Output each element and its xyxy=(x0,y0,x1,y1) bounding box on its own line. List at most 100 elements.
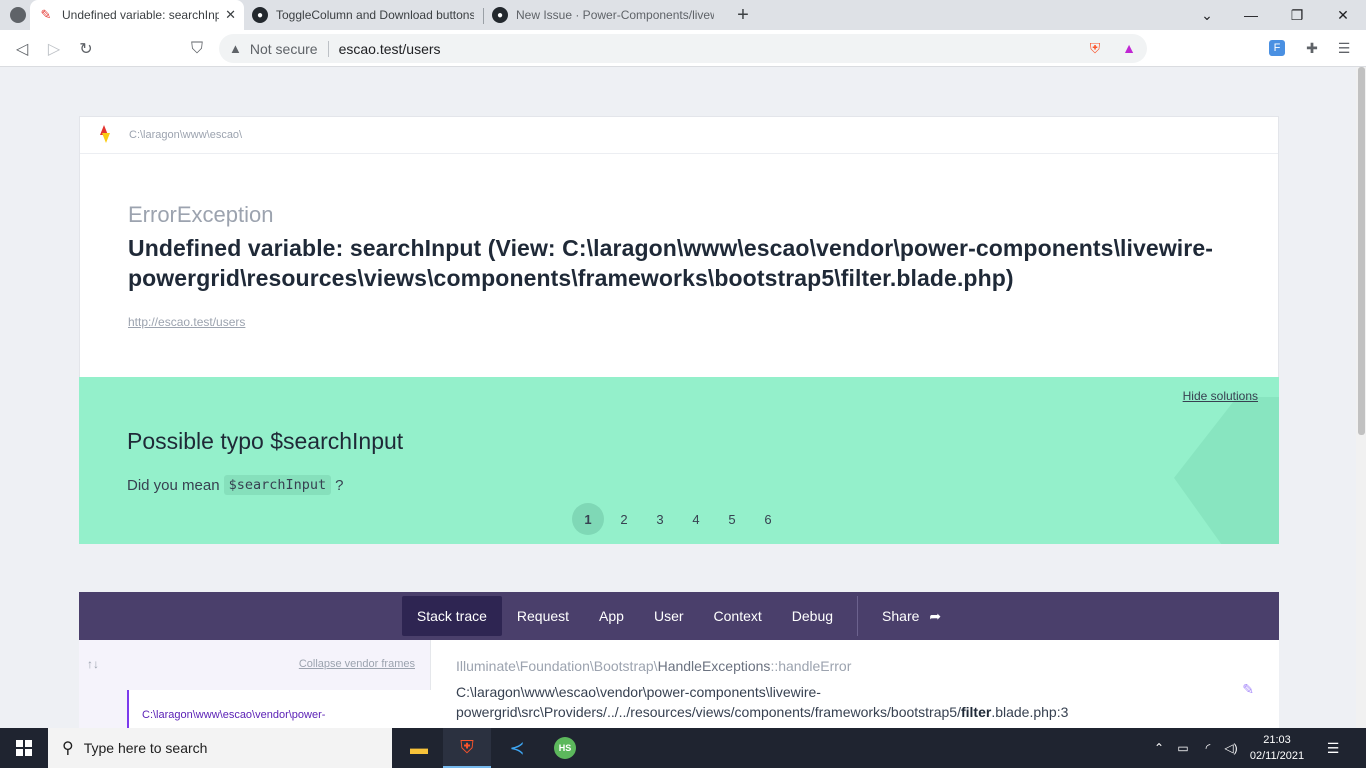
tab-title: ToggleColumn and Download buttons xyxy=(276,8,474,22)
vscode-icon[interactable]: ≺ xyxy=(493,728,541,768)
tab-search-icon[interactable]: ⌄ xyxy=(1184,0,1230,30)
clock-time: 21:03 xyxy=(1263,734,1291,746)
extensions-puzzle-icon[interactable]: ✚ xyxy=(1302,38,1322,58)
frame-class-name: HandleExceptions xyxy=(657,658,771,674)
request-url-link[interactable]: http://escao.test/users xyxy=(128,315,1230,329)
stack-frame-item[interactable]: C:\laragon\www\escao\vendor\power- xyxy=(127,690,431,728)
solution-decoration xyxy=(1174,397,1279,544)
pager-page-2[interactable]: 2 xyxy=(608,503,640,535)
github-icon: ● xyxy=(492,7,508,23)
browser-menu-icon[interactable] xyxy=(10,7,26,23)
battery-icon[interactable]: ▭ xyxy=(1172,728,1194,768)
frame-class-path: Illuminate\Foundation\Bootstrap\ xyxy=(456,658,658,674)
extension-fi-icon[interactable]: F xyxy=(1269,40,1285,56)
forward-icon[interactable]: ▷ xyxy=(42,37,66,61)
browser-toolbar: ◁ ▷ ↻ ⛉ ▲ Not secure escao.test/users xyxy=(0,30,1366,67)
frame-file-path: C:\laragon\www\escao\vendor\power-compon… xyxy=(456,682,1236,722)
error-card: C:\laragon\www\escao\ ErrorException Und… xyxy=(79,116,1279,380)
ignition-logo-icon xyxy=(96,125,112,145)
notifications-icon[interactable]: ☰ xyxy=(1320,728,1346,768)
tab-title: New Issue · Power-Components/livewire xyxy=(516,8,714,22)
pager-page-4[interactable]: 4 xyxy=(680,503,712,535)
heidisql-icon[interactable]: HS xyxy=(541,728,589,768)
clock-date: 02/11/2021 xyxy=(1249,750,1305,762)
brave-browser-icon[interactable]: ⛨ xyxy=(443,728,491,768)
frame-file-dir: components/frameworks/bootstrap5/ xyxy=(734,704,961,720)
close-icon[interactable]: ✕ xyxy=(225,7,236,23)
tab-app[interactable]: App xyxy=(584,596,639,636)
warning-icon: ▲ xyxy=(229,41,242,56)
tab-user[interactable]: User xyxy=(639,596,699,636)
file-explorer-icon[interactable]: ▬ xyxy=(395,728,443,768)
pager-page-5[interactable]: 5 xyxy=(716,503,748,535)
share-label: Share xyxy=(882,608,920,624)
reload-icon[interactable]: ↻ xyxy=(74,37,98,61)
frame-file-suffix: .blade.php:3 xyxy=(991,704,1069,720)
frame-class: Illuminate\Foundation\Bootstrap\HandleEx… xyxy=(456,658,851,674)
project-path-bar: C:\laragon\www\escao\ xyxy=(80,117,1278,154)
pager-page-3[interactable]: 3 xyxy=(644,503,676,535)
share-arrow-icon: ➦ xyxy=(929,607,942,624)
section-nav: Stack trace Request App User Context Deb… xyxy=(79,592,1279,640)
back-icon[interactable]: ◁ xyxy=(10,37,34,61)
solution-text-after: ? xyxy=(335,476,344,494)
solution-pager: 1 2 3 4 5 6 xyxy=(572,503,788,535)
security-label: Not secure xyxy=(249,40,318,57)
window-close-button[interactable]: ✕ xyxy=(1320,0,1366,30)
tab-title: Undefined variable: searchInput xyxy=(62,8,220,22)
solution-text-before: Did you mean xyxy=(127,476,220,494)
tab-stack-trace[interactable]: Stack trace xyxy=(401,596,502,636)
minimize-button[interactable]: — xyxy=(1228,0,1274,30)
tab-request[interactable]: Request xyxy=(502,596,584,636)
windows-logo-icon xyxy=(16,740,32,756)
brave-shield-icon[interactable]: ⛨ xyxy=(1085,38,1105,58)
page-content: C:\laragon\www\escao\ ErrorException Und… xyxy=(0,67,1356,728)
url-text[interactable]: escao.test/users xyxy=(339,41,441,57)
exception-class: ErrorException xyxy=(128,202,274,227)
browser-tab[interactable]: ● New Issue · Power-Components/livewire xyxy=(484,0,722,30)
frame-method: ::handleError xyxy=(770,658,852,674)
restore-button[interactable]: ❐ xyxy=(1274,0,1320,30)
volume-icon[interactable]: ◁) xyxy=(1220,728,1242,768)
browser-tab-strip: ✎ Undefined variable: searchInput ✕ ● To… xyxy=(0,0,1366,30)
pager-page-6[interactable]: 6 xyxy=(752,503,784,535)
solution-text: Did you mean $searchInput ? xyxy=(127,475,343,495)
error-body: ErrorException Undefined variable: searc… xyxy=(80,154,1278,379)
address-bar[interactable]: ▲ Not secure escao.test/users xyxy=(219,34,1147,63)
project-path: C:\laragon\www\escao\ xyxy=(129,129,243,141)
pager-page-1[interactable]: 1 xyxy=(572,503,604,535)
solution-panel: Hide solutions Possible typo $searchInpu… xyxy=(79,377,1279,544)
browser-tab[interactable]: ● ToggleColumn and Download buttons xyxy=(244,0,482,30)
taskbar-search-placeholder: Type here to search xyxy=(83,740,208,756)
browser-tab-active[interactable]: ✎ Undefined variable: searchInput ✕ xyxy=(30,0,244,30)
windows-start-button[interactable] xyxy=(0,728,48,768)
new-tab-button[interactable]: + xyxy=(733,4,753,26)
browser-menu-kebab-icon[interactable]: ☰ xyxy=(1334,38,1354,58)
frame-nav-arrows-icon[interactable]: ↑↓ xyxy=(87,657,99,671)
search-icon: ⚲ xyxy=(62,740,74,757)
tab-debug[interactable]: Debug xyxy=(777,596,848,636)
github-icon: ● xyxy=(252,7,268,23)
wifi-icon[interactable]: ◜ xyxy=(1197,728,1219,768)
page-scrollbar-thumb[interactable] xyxy=(1358,67,1365,435)
brave-rewards-icon[interactable]: ▲ xyxy=(1119,38,1139,58)
windows-taskbar: ⚲ Type here to search ▬ ⛨ ≺ HS ⌃ ▭ ◜ ◁) … xyxy=(0,728,1366,768)
exception-message: Undefined variable: searchInput (View: C… xyxy=(128,235,1213,291)
frames-list: ↑↓ Collapse vendor frames C:\laragon\www… xyxy=(79,640,431,728)
share-button[interactable]: Share ➦ xyxy=(867,596,956,636)
stack-trace-panel: ↑↓ Collapse vendor frames C:\laragon\www… xyxy=(79,640,1279,728)
broken-pencil-icon: ✎ xyxy=(40,7,52,22)
taskbar-clock[interactable]: 21:03 02/11/2021 xyxy=(1242,732,1312,764)
collapse-vendor-frames-link[interactable]: Collapse vendor frames xyxy=(299,658,415,670)
solution-title: Possible typo $searchInput xyxy=(127,428,404,454)
address-divider xyxy=(327,40,329,57)
bookmark-icon[interactable]: ⛉ xyxy=(185,37,209,61)
tray-overflow-icon[interactable]: ⌃ xyxy=(1150,728,1168,768)
nav-divider xyxy=(857,596,859,636)
taskbar-search-box[interactable]: ⚲ Type here to search xyxy=(48,728,392,768)
edit-pencil-icon[interactable]: ✎ xyxy=(1242,681,1254,698)
tab-context[interactable]: Context xyxy=(699,596,777,636)
solution-code: $searchInput xyxy=(223,475,332,495)
frame-file-name: filter xyxy=(960,704,992,720)
hide-solutions-link[interactable]: Hide solutions xyxy=(1183,389,1258,403)
